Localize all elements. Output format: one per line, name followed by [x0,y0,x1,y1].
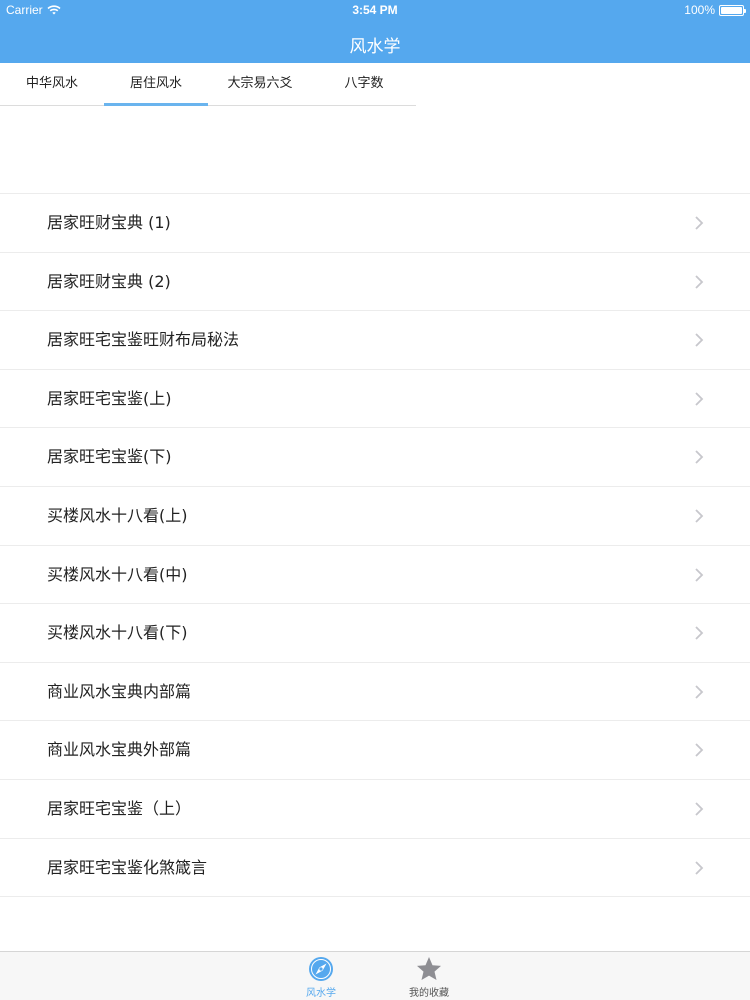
list-item-label: 居家旺宅宝鉴(上) [47,388,172,408]
list-item-label: 居家旺宅宝鉴旺财布局秘法 [47,330,240,350]
tab-juzhu-fengshui[interactable]: 居住风水 [104,63,208,106]
chevron-right-icon [695,567,704,582]
list-item-label: 商业风水宝典外部篇 [47,740,192,760]
list-item-label: 居家旺宅宝鉴(下) [47,447,172,467]
tabbar-item-fengshui[interactable]: 风水学 [281,955,361,999]
tabbar-label: 我的收藏 [409,988,449,999]
chevron-right-icon [695,802,704,816]
list-item[interactable]: 居家旺宅宝鉴化煞箴言 [0,838,750,898]
list-item-label: 买楼风水十八看(下) [47,623,188,643]
list-item[interactable]: 买楼风水十八看(下) [0,604,750,663]
status-right: 100% [684,3,746,17]
tab-dazong-yi-liuyao[interactable]: 大宗易六爻 [208,63,312,105]
list-item-label: 居家旺宅宝鉴（上） [47,798,192,818]
list-item[interactable]: 居家旺财宝典 (1) [0,194,750,253]
list-item[interactable]: 居家旺宅宝鉴(下) [0,428,750,487]
nav-header: Carrier 3:54 PM 100% 风水学 [0,0,750,63]
tabbar-item-favorites[interactable]: 我的收藏 [389,955,469,999]
list-item[interactable]: 居家旺宅宝鉴旺财布局秘法 [0,311,750,370]
list-item[interactable]: 居家旺宅宝鉴（上） [0,779,750,839]
chevron-right-icon [695,333,704,347]
compass-icon [309,957,333,981]
category-tabs: 中华风水 居住风水 大宗易六爻 八字数 [0,63,416,106]
battery-icon [719,4,746,16]
list-item-label: 居家旺财宝典 (1) [47,213,171,232]
status-bar: Carrier 3:54 PM 100% [0,0,750,20]
chevron-right-icon [695,274,704,289]
bottom-tab-bar: 风水学 我的收藏 [0,951,750,1000]
status-time: 3:54 PM [352,3,398,17]
tab-zhonghua-fengshui[interactable]: 中华风水 [0,63,104,105]
list-item-label: 居家旺财宝典 (2) [47,271,171,291]
chevron-right-icon [695,860,704,875]
chevron-right-icon [695,450,704,465]
tabbar-label: 风水学 [306,988,336,999]
list-item[interactable]: 居家旺财宝典 (2) [0,252,750,312]
list-item[interactable]: 商业风水宝典内部篇 [0,662,750,722]
list-item-label: 居家旺宅宝鉴化煞箴言 [47,857,208,877]
list-item-label: 买楼风水十八看(上) [47,505,188,525]
chevron-right-icon [695,509,704,523]
list-item[interactable]: 买楼风水十八看(上) [0,486,750,546]
list-item[interactable]: 商业风水宝典外部篇 [0,721,750,780]
article-list: 居家旺财宝典 (1) 居家旺财宝典 (2) 居家旺宅宝鉴旺财布局秘法 居家旺宅宝… [0,193,750,898]
list-item[interactable]: 买楼风水十八看(中) [0,545,750,605]
list-item-label: 商业风水宝典内部篇 [47,681,192,701]
star-icon [417,957,441,980]
chevron-right-icon [695,626,704,640]
battery-percent: 100% [684,3,715,17]
chevron-right-icon [695,685,704,699]
list-item-label: 买楼风水十八看(中) [47,564,188,584]
chevron-right-icon [695,392,704,406]
chevron-right-icon [695,743,704,757]
chevron-right-icon [695,216,704,230]
tab-bazi-shu[interactable]: 八字数 [312,63,416,105]
list-item[interactable]: 居家旺宅宝鉴(上) [0,369,750,429]
page-title: 风水学 [349,37,401,57]
